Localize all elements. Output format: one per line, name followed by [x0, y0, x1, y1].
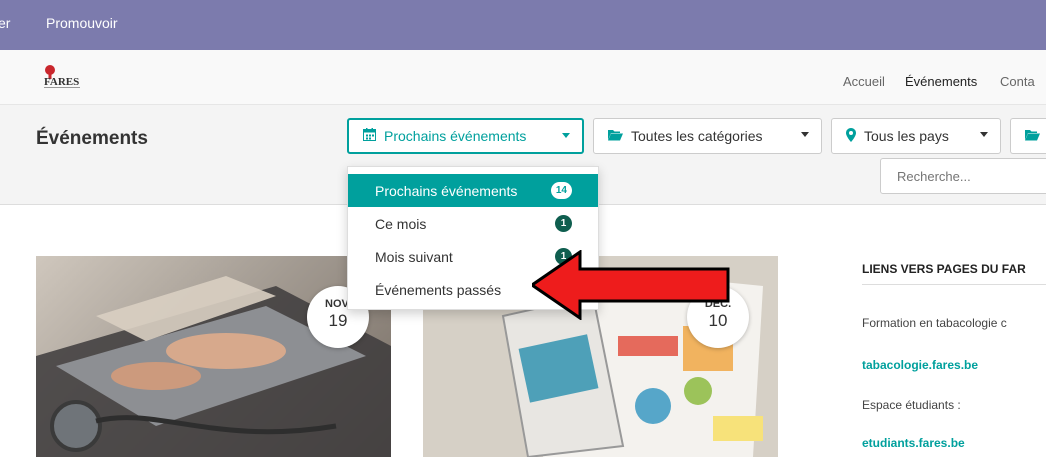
page-title: Événements — [36, 128, 148, 149]
event-day: 19 — [328, 311, 348, 330]
nav-link-evenements[interactable]: Événements — [905, 74, 977, 89]
filter-date-label: Prochains événements — [384, 128, 527, 144]
top-bar: er Promouvoir — [0, 0, 1046, 50]
chevron-down-icon — [980, 132, 988, 137]
sidebar-link-tabacologie[interactable]: tabacologie.fares.be — [862, 358, 978, 372]
red-arrow-annotation — [532, 250, 730, 320]
filter-category-dropdown[interactable]: Toutes les catégories — [593, 118, 822, 154]
search-input[interactable] — [880, 158, 1046, 194]
filter-extra-dropdown[interactable] — [1010, 118, 1046, 154]
navbar: FARES Accueil Événements Conta — [0, 50, 1046, 105]
sidebar-title: LIENS VERS PAGES DU FAR — [862, 262, 1026, 276]
sidebar-text-etudiants: Espace étudiants : — [862, 398, 961, 412]
menu-item-label: Mois suivant — [375, 248, 453, 265]
fares-logo[interactable]: FARES — [36, 62, 106, 94]
menu-item-label: Événements passés — [375, 281, 502, 298]
filter-date-dropdown[interactable]: Prochains événements — [347, 118, 584, 154]
folder-open-icon — [1025, 129, 1040, 144]
sidebar-divider — [862, 284, 1046, 285]
fares-logo-graphic: FARES — [44, 65, 80, 88]
svg-text:FARES: FARES — [44, 76, 79, 88]
sidebar-text-tabacologie: Formation en tabacologie c — [862, 316, 1007, 330]
folder-open-icon — [608, 129, 623, 144]
count-badge: 14 — [550, 182, 572, 199]
filter-country-label: Tous les pays — [864, 128, 949, 144]
menu-item-label: Ce mois — [375, 215, 427, 232]
topbar-item-cut[interactable]: er — [0, 15, 10, 31]
chevron-down-icon — [801, 132, 809, 137]
filter-country-dropdown[interactable]: Tous les pays — [831, 118, 1001, 154]
topbar-item-promouvoir[interactable]: Promouvoir — [46, 15, 118, 31]
sidebar-link-etudiants[interactable]: etudiants.fares.be — [862, 436, 965, 450]
calendar-icon — [363, 128, 376, 144]
nav-link-contact[interactable]: Conta — [1000, 74, 1035, 89]
menu-item-prochains[interactable]: Prochains événements 14 — [348, 174, 598, 207]
count-badge: 1 — [555, 215, 572, 232]
menu-item-ce-mois[interactable]: Ce mois 1 — [348, 207, 598, 240]
nav-link-accueil[interactable]: Accueil — [843, 74, 885, 89]
filter-category-label: Toutes les catégories — [631, 128, 763, 144]
menu-item-label: Prochains événements — [375, 182, 518, 199]
map-marker-icon — [846, 127, 856, 145]
chevron-down-icon — [562, 133, 570, 138]
